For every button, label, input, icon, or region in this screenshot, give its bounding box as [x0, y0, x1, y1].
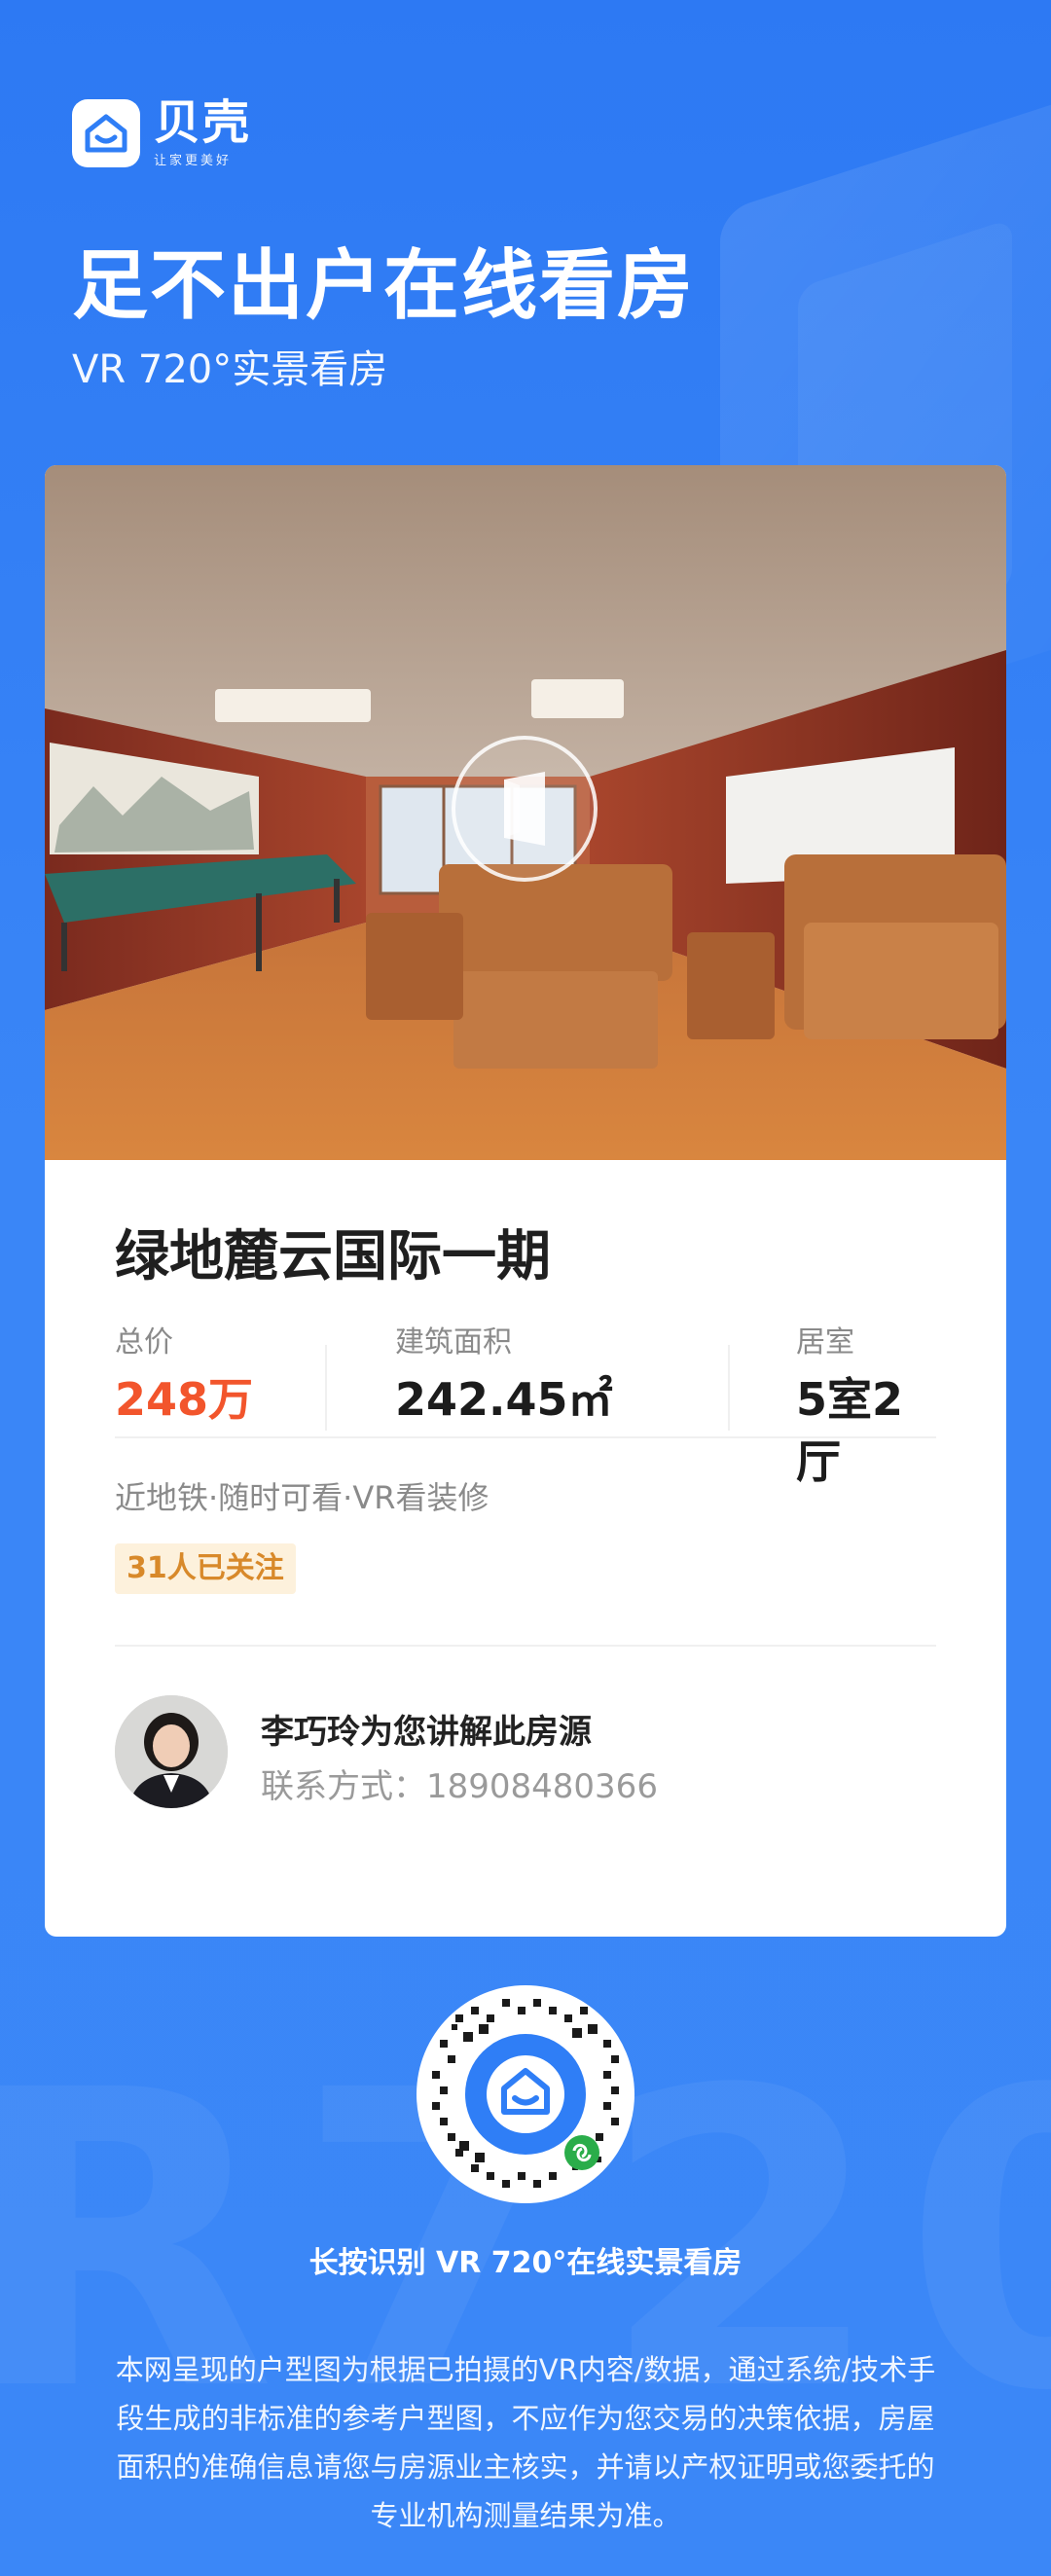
- disclaimer-text: 本网呈现的户型图为根据已拍摄的VR内容/数据，通过系统/技术手段生成的非标准的参…: [115, 2353, 936, 2532]
- brand-slogan: 让家更美好: [154, 154, 233, 168]
- qr-caption: 长按识别 VR 720°在线实景看房: [308, 2246, 743, 2280]
- page-headline: 足不出户在线看房: [72, 242, 696, 330]
- stat-rooms: 居室 5室2厅: [796, 1324, 936, 1493]
- stat-value: 242.45㎡: [395, 1373, 613, 1426]
- listing-stats: 总价 248万 建筑面积 242.45㎡ 居室 5室2厅: [115, 1324, 936, 1488]
- divider: [325, 1345, 327, 1431]
- stat-label: 居室: [796, 1325, 854, 1360]
- stat-label: 总价: [115, 1325, 173, 1360]
- agent-contact[interactable]: 联系方式：18908480366: [261, 1760, 658, 1807]
- listing-card[interactable]: 绿地麓云国际一期 总价 248万 建筑面积 242.45㎡ 居室 5室2厅 近地…: [45, 465, 1006, 1937]
- divider: [728, 1345, 730, 1431]
- house-logo-icon: [72, 98, 140, 167]
- listing-tags: 近地铁·随时可看·VR看装修: [115, 1479, 489, 1516]
- stat-value: 5室2厅: [796, 1373, 904, 1488]
- divider: [115, 1436, 936, 1438]
- mini-program-qr-code[interactable]: [417, 1985, 634, 2203]
- vr-cube-icon: [504, 772, 545, 846]
- stat-area: 建筑面积 242.45㎡: [395, 1324, 613, 1431]
- divider: [115, 1645, 936, 1647]
- page-subline: VR 720°实景看房: [72, 347, 388, 392]
- followers-badge: 31人已关注: [115, 1543, 296, 1594]
- brand-logo: 贝壳 让家更美好: [72, 97, 251, 168]
- agent-intro: 李巧玲为您讲解此房源: [261, 1713, 592, 1752]
- stat-label: 建筑面积: [395, 1325, 512, 1360]
- agent-avatar[interactable]: [115, 1695, 228, 1808]
- vr-play-button[interactable]: [452, 736, 598, 882]
- stat-total-price: 总价 248万: [115, 1324, 253, 1431]
- vr-room-photo[interactable]: [45, 465, 1006, 1160]
- listing-title: 绿地麓云国际一期: [115, 1225, 551, 1288]
- brand-name: 贝壳: [154, 95, 252, 150]
- stat-value: 248万: [115, 1373, 254, 1426]
